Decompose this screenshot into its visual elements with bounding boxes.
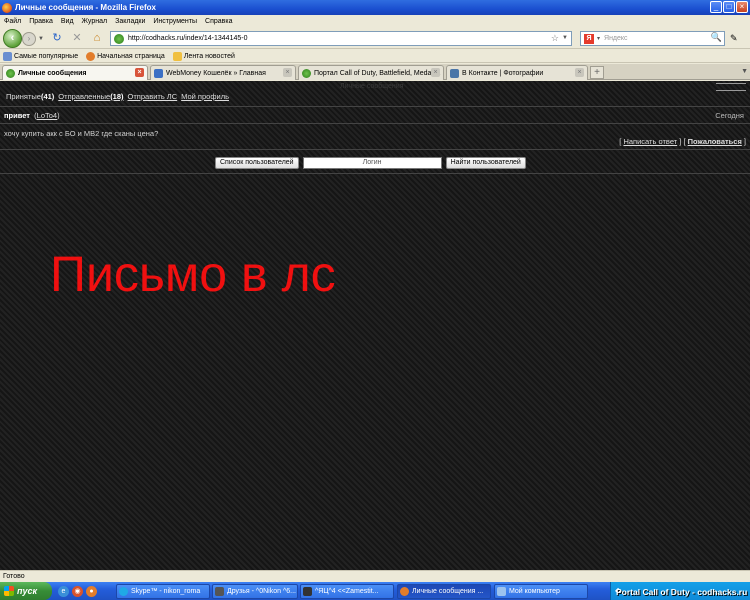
message-date: Сегодня <box>715 111 744 120</box>
tab-close-icon[interactable]: × <box>135 68 144 77</box>
faint-page-header: Личные сообщения <box>340 83 404 90</box>
divider <box>0 123 750 124</box>
codhacks-favicon-icon <box>6 68 15 78</box>
address-text[interactable]: http://codhacks.ru/index/14-1344145-0 <box>128 35 247 42</box>
find-users-button[interactable]: Найти пользователей <box>445 157 526 169</box>
site-favicon-icon <box>114 33 124 44</box>
minimize-icon[interactable]: _ <box>710 1 722 13</box>
task-firefox[interactable]: Личные сообщения ... <box>397 584 491 599</box>
bookmark-star-icon[interactable]: ☆ <box>551 33 559 44</box>
quick-launch: e ◉ ● <box>58 585 97 597</box>
rss-folder-icon <box>172 51 182 61</box>
menu-bar: Файл Правка Вид Журнал Закладки Инструме… <box>0 15 750 27</box>
divider <box>0 106 750 107</box>
maximize-icon[interactable]: □ <box>723 1 735 13</box>
task-friends[interactable]: Друзья - ^0Nikon ^6... <box>212 584 298 599</box>
windows-logo-icon <box>4 586 14 596</box>
menu-history[interactable]: Журнал <box>82 18 108 25</box>
bookmark-start-page[interactable]: Начальная страница <box>86 51 165 61</box>
ie-icon[interactable]: e <box>58 585 69 597</box>
tab-list-icon[interactable]: ▼ <box>741 68 748 75</box>
tab-cod-portal[interactable]: Портал Call of Duty, Battlefield, Medal … <box>298 65 444 80</box>
overlay-caption: Письмо в лс <box>50 246 336 302</box>
portal-watermark: Portal Call of Duty - codhacks.ru <box>616 587 748 597</box>
webmoney-favicon-icon <box>154 68 163 78</box>
start-button[interactable]: пуск <box>0 582 52 600</box>
tab-close-icon[interactable]: × <box>283 68 292 77</box>
reply-link[interactable]: Написать ответ <box>623 137 677 146</box>
steam-icon <box>215 587 224 596</box>
forward-arrow-icon[interactable]: › <box>22 32 36 46</box>
pm-navigation: Принятые(41) Отправленные(18) Отправить … <box>6 92 229 101</box>
yandex-engine-icon[interactable]: Я <box>584 33 594 44</box>
pm-inbox-link[interactable]: Принятые(41) <box>6 92 54 101</box>
task-my-computer[interactable]: Мой компьютер <box>494 584 588 599</box>
divider <box>0 149 750 150</box>
user-finder: Список пользователей Логин Найти пользов… <box>215 157 526 169</box>
folder-icon <box>3 51 12 61</box>
task-skype[interactable]: Skype™ - nikon_roma <box>116 584 210 599</box>
message-author-link[interactable]: LoTo4 <box>37 111 57 120</box>
search-placeholder: Яндекс <box>604 35 628 42</box>
firefox-icon <box>2 2 12 13</box>
computer-icon <box>497 587 506 596</box>
address-bar[interactable]: http://codhacks.ru/index/14-1344145-0 ☆ … <box>110 31 572 46</box>
tab-private-messages[interactable]: Личные сообщения × <box>2 65 148 80</box>
history-dropdown-icon[interactable]: ▼ <box>38 36 44 42</box>
menu-bookmarks[interactable]: Закладки <box>115 18 145 25</box>
new-tab-plus-icon[interactable]: + <box>590 66 604 79</box>
status-bar: Готово <box>0 570 750 582</box>
window-titlebar: Личные сообщения - Mozilla Firefox _ □ × <box>0 0 750 15</box>
codhacks-favicon-icon <box>302 68 311 78</box>
pm-sent-link[interactable]: Отправленные(18) <box>58 92 123 101</box>
window-title: Личные сообщения - Mozilla Firefox <box>15 3 156 12</box>
firefox-launch-icon[interactable]: ● <box>86 585 97 597</box>
search-box[interactable]: Я ▾ Яндекс 🔍 <box>580 31 725 46</box>
tab-webmoney[interactable]: WebMoney Кошелёк » Главная × <box>150 65 296 80</box>
message-subject[interactable]: привет <box>4 111 30 120</box>
reload-icon[interactable]: ↻ <box>50 32 64 46</box>
user-list-button[interactable]: Список пользователей <box>215 157 299 169</box>
bookmarks-bar: Самые популярные Начальная страница Лент… <box>0 50 750 63</box>
tab-vkontakte[interactable]: В Контакте | Фотографии × <box>446 65 588 80</box>
menu-help[interactable]: Справка <box>205 18 232 25</box>
message-actions: [ Написать ответ ] [ Пожаловаться ] <box>619 137 746 146</box>
message-header[interactable]: привет (LoTo4) <box>4 111 60 120</box>
firefox-small-icon <box>86 51 96 61</box>
skype-icon <box>119 587 128 596</box>
addon-icon[interactable]: ✎ <box>730 33 738 44</box>
complain-link[interactable]: Пожаловаться <box>688 137 742 146</box>
page-content: Личные сообщения Принятые(41) Отправленн… <box>0 81 750 570</box>
pm-send-link[interactable]: Отправить ЛС <box>128 92 178 101</box>
menu-tools[interactable]: Инструменты <box>153 18 197 25</box>
back-arrow-icon[interactable]: ‹ <box>3 29 22 48</box>
engine-dropdown-icon[interactable]: ▾ <box>597 35 600 42</box>
task-chat[interactable]: ^ЯЦ^4 <<Zamestit... <box>300 584 394 599</box>
close-icon[interactable]: × <box>736 1 748 13</box>
tab-strip: Личные сообщения × WebMoney Кошелёк » Гл… <box>0 64 750 80</box>
tab-close-icon[interactable]: × <box>575 68 584 77</box>
pm-profile-link[interactable]: Мой профиль <box>181 92 229 101</box>
navigation-toolbar: ‹ › ▼ ↻ ✕ ⌂ http://codhacks.ru/index/14-… <box>0 27 750 49</box>
home-icon[interactable]: ⌂ <box>90 32 104 46</box>
menu-view[interactable]: Вид <box>61 18 74 25</box>
window-controls: _ □ × <box>710 1 748 13</box>
bookmark-most-visited[interactable]: Самые популярные <box>3 51 78 61</box>
vk-favicon-icon <box>450 68 459 78</box>
divider <box>0 173 750 174</box>
tab-close-icon[interactable]: × <box>431 68 440 77</box>
stop-icon[interactable]: ✕ <box>70 32 84 46</box>
bookmark-news-feed[interactable]: Лента новостей <box>172 51 235 61</box>
steam-chat-icon <box>303 587 312 596</box>
firefox-task-icon <box>400 587 409 596</box>
url-dropdown-icon[interactable]: ▼ <box>562 35 568 41</box>
message-body: хочу купить акк с БО и MB2 где сканы цен… <box>4 129 159 138</box>
menu-edit[interactable]: Правка <box>29 18 53 25</box>
search-icon[interactable]: 🔍 <box>711 32 722 43</box>
media-icon[interactable]: ◉ <box>72 585 83 597</box>
scroll-to-top-icon[interactable] <box>716 83 746 91</box>
login-input[interactable]: Логин <box>302 157 442 169</box>
menu-file[interactable]: Файл <box>4 18 21 25</box>
